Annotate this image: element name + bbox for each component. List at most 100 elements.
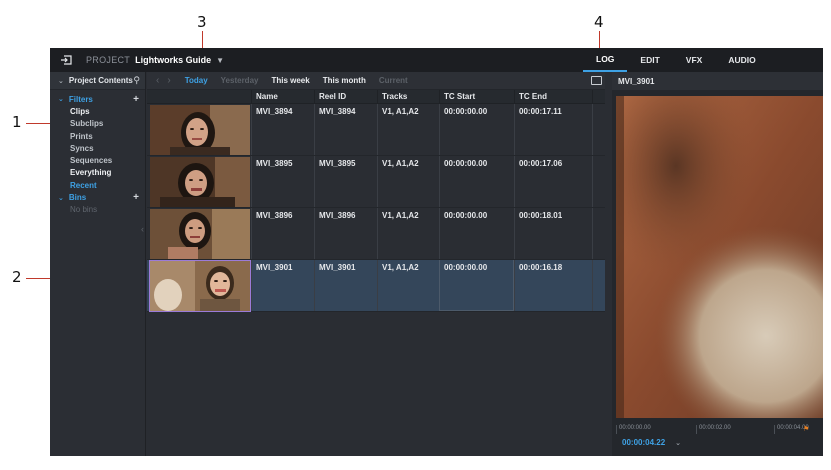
timeline-tick: 00:00:02.00 bbox=[696, 425, 731, 434]
sidebar-item-clips[interactable]: Clips bbox=[50, 105, 145, 117]
exit-project-icon[interactable] bbox=[56, 48, 76, 72]
cell-name: MVI_3894 bbox=[251, 104, 314, 155]
thumbnail-cell bbox=[147, 208, 251, 259]
thumbnail-cell bbox=[147, 260, 251, 312]
chevron-down-icon[interactable]: ⌄ bbox=[675, 439, 681, 447]
top-bar: PROJECT Lightworks Guide ▼ LOG EDIT VFX … bbox=[50, 48, 823, 72]
callout-1: 1 bbox=[12, 113, 22, 131]
filters-label: Filters bbox=[68, 94, 93, 104]
column-header-reel-id[interactable]: Reel ID bbox=[314, 89, 377, 104]
bins-section[interactable]: ⌄ Bins + bbox=[50, 191, 145, 203]
clip-thumbnail[interactable] bbox=[150, 209, 250, 259]
sidebar-item-sequences[interactable]: Sequences bbox=[50, 154, 145, 166]
cell-tc-end: 00:00:16.18 bbox=[514, 260, 592, 311]
sidebar-item-syncs[interactable]: Syncs bbox=[50, 142, 145, 154]
viewer-panel: MVI_3901 00:00:00.00 00:00:02.00 00:00:0… bbox=[612, 72, 823, 456]
chevron-down-icon[interactable]: ⌄ bbox=[58, 77, 64, 85]
chevron-down-icon[interactable]: ▼ bbox=[216, 56, 224, 65]
timeline-tick: 00:00:00.00 bbox=[616, 425, 651, 434]
content-browser: ‹ › Today Yesterday This week This month… bbox=[147, 72, 605, 456]
forward-arrow-icon[interactable]: › bbox=[167, 75, 170, 86]
tab-audio[interactable]: AUDIO bbox=[715, 48, 768, 72]
cell-reel-id: MVI_3895 bbox=[314, 156, 377, 207]
clip-thumbnail[interactable] bbox=[150, 157, 250, 207]
table-row-selected[interactable]: MVI_3901 MVI_3901 V1, A1,A2 00:00:00.00 … bbox=[147, 260, 605, 312]
chevron-down-icon[interactable]: ⌄ bbox=[58, 194, 64, 202]
sidebar-item-prints[interactable]: Prints bbox=[50, 130, 145, 142]
cell-reel-id: MVI_3901 bbox=[314, 260, 377, 311]
add-bin-icon[interactable]: + bbox=[133, 192, 139, 203]
no-bins-text: No bins bbox=[70, 205, 98, 215]
sidebar-item-recent[interactable]: Recent bbox=[50, 179, 145, 191]
sidebar-item-everything[interactable]: Everything bbox=[50, 167, 145, 179]
cell-tc-end: 00:00:17.06 bbox=[514, 156, 592, 207]
table-header: Name Reel ID Tracks TC Start TC End bbox=[147, 89, 605, 104]
collapse-sidebar-icon[interactable]: ‹ bbox=[141, 224, 144, 234]
sidebar-item-subclips[interactable]: Subclips bbox=[50, 118, 145, 130]
filter-today[interactable]: Today bbox=[185, 76, 208, 85]
cell-tc-start: 00:00:00.00 bbox=[439, 208, 514, 259]
project-name[interactable]: Lightworks Guide bbox=[135, 55, 211, 65]
cell-name: MVI_3896 bbox=[251, 208, 314, 259]
cell-tc-end: 00:00:17.11 bbox=[514, 104, 592, 155]
tab-vfx[interactable]: VFX bbox=[673, 48, 716, 72]
thumbnail-column-header bbox=[147, 90, 251, 104]
tab-edit[interactable]: EDIT bbox=[627, 48, 672, 72]
date-filter-bar: ‹ › Today Yesterday This week This month… bbox=[147, 72, 605, 90]
current-timecode[interactable]: 00:00:04.22 ⌄ bbox=[622, 438, 681, 447]
callout-3: 3 bbox=[197, 13, 207, 31]
filter-this-month[interactable]: This month bbox=[323, 76, 366, 85]
thumbnail-cell bbox=[147, 156, 251, 207]
filter-current[interactable]: Current bbox=[379, 76, 408, 85]
tab-log[interactable]: LOG bbox=[583, 48, 628, 72]
viewer-timeline[interactable]: 00:00:00.00 00:00:02.00 00:00:04.00 ⚑ bbox=[612, 422, 823, 436]
cell-tracks: V1, A1,A2 bbox=[377, 208, 439, 259]
table-row[interactable]: MVI_3895 MVI_3895 V1, A1,A2 00:00:00.00 … bbox=[147, 156, 605, 208]
cell-spacer bbox=[592, 208, 605, 259]
column-header-spacer bbox=[592, 89, 605, 104]
room-tabs: LOG EDIT VFX AUDIO bbox=[583, 48, 769, 72]
callout-4: 4 bbox=[594, 13, 604, 31]
column-header-tc-start[interactable]: TC Start bbox=[439, 89, 514, 104]
cell-tracks: V1, A1,A2 bbox=[377, 104, 439, 155]
viewer-title: MVI_3901 bbox=[612, 72, 823, 90]
cell-tracks: V1, A1,A2 bbox=[377, 260, 439, 311]
timecode-value: 00:00:04.22 bbox=[622, 438, 666, 447]
cell-tc-start: 00:00:00.00 bbox=[439, 260, 514, 311]
column-header-tc-end[interactable]: TC End bbox=[514, 89, 592, 104]
add-filter-icon[interactable]: + bbox=[133, 94, 139, 105]
filter-yesterday[interactable]: Yesterday bbox=[221, 76, 259, 85]
cell-name: MVI_3901 bbox=[251, 260, 314, 311]
search-icon[interactable]: ⚲ bbox=[133, 75, 140, 86]
filter-this-week[interactable]: This week bbox=[271, 76, 309, 85]
clip-thumbnail[interactable] bbox=[149, 260, 251, 312]
project-contents-header[interactable]: ⌄ Project Contents ⚲ bbox=[50, 72, 145, 90]
chevron-down-icon[interactable]: ⌄ bbox=[58, 95, 64, 103]
cell-spacer bbox=[592, 156, 605, 207]
cell-tc-end: 00:00:18.01 bbox=[514, 208, 592, 259]
bins-label: Bins bbox=[68, 193, 87, 203]
project-contents-title: Project Contents bbox=[68, 76, 133, 85]
clip-thumbnail[interactable] bbox=[150, 105, 250, 155]
playhead-marker-icon[interactable]: ⚑ bbox=[803, 425, 809, 433]
app-window: PROJECT Lightworks Guide ▼ LOG EDIT VFX … bbox=[50, 48, 823, 456]
cell-reel-id: MVI_3896 bbox=[314, 208, 377, 259]
project-label: PROJECT bbox=[86, 55, 131, 65]
filters-section[interactable]: ⌄ Filters + bbox=[50, 93, 145, 105]
column-header-tracks[interactable]: Tracks bbox=[377, 89, 439, 104]
cell-name: MVI_3895 bbox=[251, 156, 314, 207]
viewer-toggle-icon[interactable] bbox=[591, 76, 602, 85]
table-row[interactable]: MVI_3896 MVI_3896 V1, A1,A2 00:00:00.00 … bbox=[147, 208, 605, 260]
cell-spacer bbox=[592, 260, 605, 311]
clips-table: Name Reel ID Tracks TC Start TC End MVI_… bbox=[147, 89, 605, 312]
project-contents-sidebar: ⌄ Project Contents ⚲ ⌄ Filters + Clips S… bbox=[50, 72, 146, 456]
table-row[interactable]: MVI_3894 MVI_3894 V1, A1,A2 00:00:00.00 … bbox=[147, 104, 605, 156]
cell-tc-start: 00:00:00.00 bbox=[439, 104, 514, 155]
cell-tc-start: 00:00:00.00 bbox=[439, 156, 514, 207]
back-arrow-icon[interactable]: ‹ bbox=[156, 75, 159, 86]
callout-2: 2 bbox=[12, 268, 22, 286]
viewer-frame[interactable] bbox=[616, 96, 823, 418]
thumbnail-cell bbox=[147, 104, 251, 155]
column-header-name[interactable]: Name bbox=[251, 89, 314, 104]
cell-spacer bbox=[592, 104, 605, 155]
